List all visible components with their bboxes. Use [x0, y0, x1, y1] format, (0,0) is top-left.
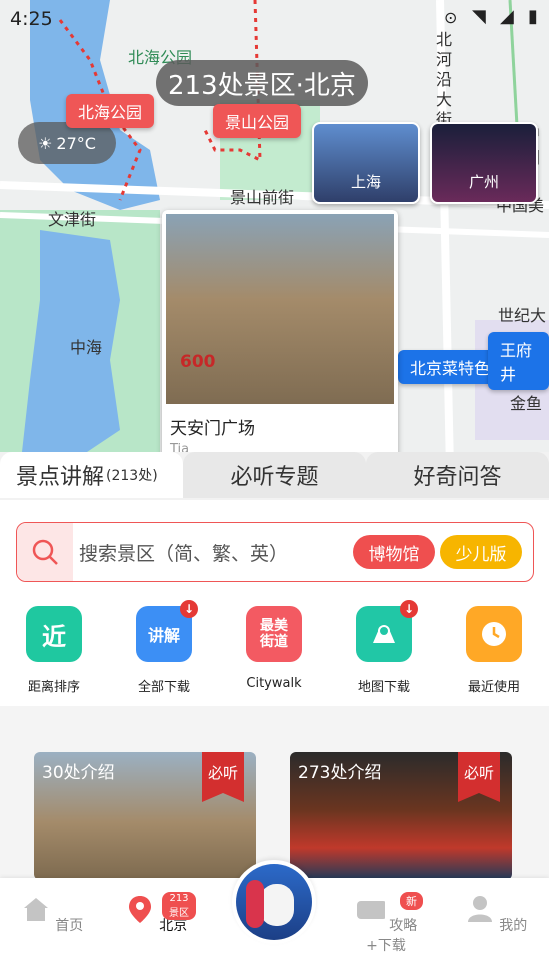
- map-download-button[interactable]: ↓ 地图下载: [344, 600, 424, 695]
- center-mascot-button[interactable]: [232, 860, 316, 944]
- signal-icon: ◢: [500, 6, 514, 27]
- featured-spot-image: 600: [166, 214, 394, 404]
- guide-icon: [356, 901, 387, 919]
- near-icon: 近: [26, 606, 82, 662]
- wifi-icon: ◥: [472, 6, 486, 27]
- new-badge: 新: [400, 892, 423, 910]
- map-view[interactable]: 4:25 ⊙ ◥ ◢ ▮ 北海公园 景山前街 文津街 中海 北河沿大街 中国 中…: [0, 0, 549, 470]
- map-label-north-river: 北河沿大街: [436, 30, 453, 129]
- featured-spot-card[interactable]: 600 天安门广场 Tia: [162, 210, 398, 460]
- recent-used-button[interactable]: 最近使用: [454, 606, 534, 695]
- tab-label: 好奇问答: [413, 465, 502, 490]
- nav-home[interactable]: 首页: [12, 894, 92, 935]
- museum-chip[interactable]: 博物馆: [353, 535, 435, 569]
- download-all-button[interactable]: 讲解 ↓ 全部下载: [124, 600, 204, 695]
- user-icon: [467, 896, 492, 922]
- location-icon: ⊙: [444, 8, 458, 27]
- nav-guide-download[interactable]: 攻略+下载 新: [346, 892, 426, 955]
- topic-card-forbidden-city[interactable]: 273处介绍 必听: [290, 752, 512, 880]
- anniversary-logo: 600: [180, 352, 216, 372]
- sun-icon: ☀: [38, 133, 53, 153]
- city-name: 上海: [350, 173, 381, 191]
- weather-badge: ☀ 27°C: [18, 122, 116, 164]
- topic-count: 273处介绍: [298, 763, 382, 783]
- temperature: 27°C: [56, 133, 96, 153]
- quick-action-label: 全部下载: [137, 680, 190, 695]
- map-label-jinyu: 金鱼: [510, 394, 543, 413]
- search-input[interactable]: 搜索景区（简、繁、英）: [79, 539, 288, 566]
- quick-action-label: 最近使用: [467, 680, 520, 695]
- status-bar: 4:25 ⊙ ◥ ◢ ▮: [0, 0, 549, 38]
- map-label-wenjin: 文津街: [48, 210, 97, 229]
- download-badge-icon: ↓: [400, 600, 418, 618]
- status-time: 4:25: [10, 8, 53, 30]
- quick-action-label: 地图下载: [357, 680, 410, 695]
- search-icon[interactable]: [17, 523, 73, 581]
- map-label-shiji: 世纪大: [498, 306, 547, 325]
- best-streets-icon: 最美 街道: [246, 606, 302, 662]
- bottom-nav: 首页 北京 213景区 攻略+下载 新 我的: [0, 860, 549, 976]
- pin-wangfujing[interactable]: 王府井: [488, 332, 549, 390]
- pin-beihai-park[interactable]: 北海公园: [66, 94, 155, 128]
- location-pin-icon: [128, 896, 151, 923]
- nav-mine[interactable]: 我的: [456, 894, 536, 935]
- search-bar[interactable]: 搜索景区（简、繁、英） 博物馆 少儿版: [16, 522, 534, 582]
- map-pin-icon: ↓: [356, 600, 418, 662]
- tab-label: 必听专题: [230, 465, 319, 490]
- city-name: 广州: [468, 173, 499, 191]
- scenic-count-badge: 213景区: [162, 892, 196, 920]
- map-label-jingshan-street: 景山前街: [230, 188, 295, 207]
- download-badge-icon: ↓: [180, 600, 198, 618]
- city-title-banner[interactable]: 213处景区·北京: [156, 60, 368, 106]
- must-listen-badge: 必听: [202, 752, 244, 802]
- mascot-avatar: [236, 864, 312, 940]
- tab-curious-qa[interactable]: 好奇问答: [366, 452, 549, 498]
- tab-count: (213处): [106, 468, 158, 484]
- tab-must-listen[interactable]: 必听专题: [183, 452, 366, 498]
- topic-count: 30处介绍: [42, 763, 115, 783]
- map-label-zhonghai: 中海: [70, 338, 103, 357]
- kids-chip[interactable]: 少儿版: [440, 535, 522, 569]
- battery-icon: ▮: [528, 6, 538, 27]
- quick-action-label: 距离排序: [27, 680, 80, 695]
- pin-jingshan-park[interactable]: 景山公园: [213, 104, 302, 138]
- citywalk-button[interactable]: 最美 街道 Citywalk: [234, 606, 314, 691]
- tab-scenic-guide[interactable]: 景点讲解 (213处): [0, 452, 183, 498]
- must-listen-badge: 必听: [458, 752, 500, 802]
- quick-action-label: Citywalk: [246, 676, 302, 691]
- narration-icon: 讲解 ↓: [136, 600, 198, 662]
- city-card-shanghai[interactable]: 上海: [312, 122, 420, 204]
- topic-card-beijing[interactable]: 30处介绍 必听: [34, 752, 256, 880]
- featured-spot-title: 天安门广场: [170, 419, 255, 439]
- tab-label: 景点讲解: [16, 465, 105, 490]
- clock-icon: [466, 606, 522, 662]
- sort-by-distance-button[interactable]: 近 距离排序: [14, 606, 94, 695]
- home-icon: [23, 898, 48, 921]
- pin-beijing-cuisine[interactable]: 北京菜特色: [398, 350, 503, 384]
- nav-beijing[interactable]: 北京 213景区: [116, 892, 196, 935]
- city-card-guangzhou[interactable]: 广州: [430, 122, 538, 204]
